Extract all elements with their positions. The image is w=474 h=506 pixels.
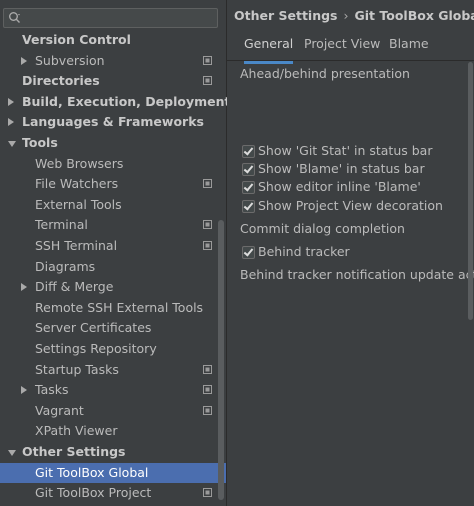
breadcrumb: Other Settings › Git ToolBox Global (234, 8, 474, 23)
tree-item-label: SSH Terminal (35, 238, 118, 253)
tree-item-server-certificates[interactable]: Server Certificates (0, 318, 226, 338)
project-level-icon (203, 76, 212, 86)
tree-item-version-control[interactable]: Version Control (0, 30, 226, 50)
tree-item-label: Diagrams (35, 258, 96, 274)
tab-bar: General Project View Blame (227, 33, 474, 64)
project-level-icon (203, 364, 212, 374)
tree-item-label: Diff & Merge (35, 279, 114, 295)
tree-item-label: Server Certificates (35, 320, 152, 336)
project-level-icon (203, 179, 212, 189)
project-level-icon (203, 220, 212, 230)
tree-item-tasks[interactable]: Tasks (0, 380, 226, 400)
tree-item-label: Tools (22, 135, 58, 150)
settings-panel: Other Settings › Git ToolBox Global Genera… (227, 0, 474, 506)
breadcrumb-separator: › (343, 8, 349, 23)
tree-item-label: Git ToolBox Project (35, 485, 152, 501)
tree-item-git-toolbox-global[interactable]: Git ToolBox Global (0, 462, 226, 483)
tree-item-vagrant[interactable]: Vagrant (0, 401, 226, 421)
project-level-icon (203, 385, 212, 395)
tree-item-tools[interactable]: Tools (0, 133, 226, 153)
tree-item-label: Tasks (35, 382, 69, 398)
search-icon (9, 12, 20, 23)
tree-item-xpath-viewer[interactable]: XPath Viewer (0, 421, 226, 441)
tree-item-label: Terminal (35, 217, 88, 233)
project-level-icon (203, 241, 212, 250)
tree-item-label: Settings Repository (35, 341, 157, 356)
tree-item-diff-merge[interactable]: Diff & Merge (0, 277, 226, 297)
tree-item-languages-frameworks[interactable]: Languages & Frameworks (0, 112, 226, 132)
project-level-icon (203, 55, 212, 65)
tree-item-startup-tasks[interactable]: Startup Tasks (0, 360, 226, 380)
breadcrumb-current: Git ToolBox Global (354, 8, 474, 23)
panel-scrollbar[interactable] (468, 62, 473, 320)
tree-item-label: Languages & Frameworks (22, 114, 204, 130)
general-tab-content: Ahead/behind presentation Show 'Git Stat… (227, 62, 474, 506)
settings-sidebar: Version Control Subversion Directories Buil… (0, 0, 230, 506)
chevron-down-icon[interactable] (8, 141, 16, 147)
tree-item-label: External Tools (35, 196, 122, 212)
tree-item-label: Version Control (22, 32, 131, 47)
project-level-icon (203, 488, 212, 498)
show-project-view-decoration-checkbox[interactable] (242, 200, 255, 213)
show-git-stat-checkbox[interactable] (242, 145, 255, 158)
tree-item-remote-ssh-external-tools[interactable]: Remote SSH External Tools (0, 298, 226, 318)
show-project-view-decoration-label[interactable]: Show Project View decoration (258, 198, 443, 213)
tree-item-label: Web Browsers (35, 155, 124, 171)
tree-item-settings-repository[interactable]: Settings Repository (0, 339, 226, 359)
tree-item-git-toolbox-project[interactable]: Git ToolBox Project (0, 483, 226, 503)
show-inline-blame-checkbox[interactable] (242, 181, 255, 194)
tree-item-diagrams[interactable]: Diagrams (0, 257, 226, 277)
show-blame-status-checkbox[interactable] (242, 163, 255, 176)
tree-item-terminal[interactable]: Terminal (0, 215, 226, 235)
tree-item-directories[interactable]: Directories (0, 71, 226, 91)
sidebar-scrollbar[interactable] (218, 220, 224, 500)
tree-item-label: Git ToolBox Global (35, 464, 149, 480)
show-inline-blame-label[interactable]: Show editor inline 'Blame' (258, 179, 421, 194)
project-level-icon (203, 405, 212, 415)
search-input[interactable] (3, 8, 218, 28)
show-git-stat-label[interactable]: Show 'Git Stat' in status bar (258, 143, 432, 158)
tree-item-label: XPath Viewer (35, 423, 118, 439)
tree-item-web-browsers[interactable]: Web Browsers (0, 154, 226, 174)
commit-dialog-heading: Commit dialog completion (240, 221, 405, 236)
tab-divider (227, 60, 474, 61)
behind-tracker-label[interactable]: Behind tracker (258, 244, 350, 259)
chevron-right-icon[interactable] (8, 118, 14, 127)
ahead-behind-heading: Ahead/behind presentation (240, 66, 410, 81)
tree-item-other-settings[interactable]: Other Settings (0, 442, 226, 462)
tree-item-label: Other Settings (22, 444, 126, 459)
tree-item-external-tools[interactable]: External Tools (0, 195, 226, 215)
tree-item-build-execution-deployment[interactable]: Build, Execution, Deployment (0, 92, 230, 112)
tree-item-label: Directories (22, 73, 100, 89)
tree-item-label: Remote SSH External Tools (35, 299, 204, 315)
chevron-right-icon[interactable] (21, 56, 27, 65)
chevron-right-icon[interactable] (8, 97, 14, 106)
breadcrumb-parent[interactable]: Other Settings (234, 8, 338, 23)
tree-item-label: File Watchers (35, 176, 119, 192)
show-blame-status-label[interactable]: Show 'Blame' in status bar (258, 161, 425, 176)
chevron-down-icon[interactable] (8, 450, 16, 456)
tree-item-subversion[interactable]: Subversion (0, 51, 226, 71)
tab-blame[interactable]: Blame (389, 33, 429, 61)
tree-item-label: Vagrant (35, 402, 84, 418)
tree-item-file-watchers[interactable]: File Watchers (0, 174, 226, 194)
tree-item-label: Startup Tasks (35, 361, 119, 377)
tree-item-label: Subversion (35, 52, 105, 68)
behind-tracker-notification-heading: Behind tracker notification update actio… (240, 267, 474, 282)
chevron-right-icon[interactable] (21, 386, 27, 395)
tab-project-view[interactable]: Project View (304, 33, 380, 61)
chevron-right-icon[interactable] (21, 283, 27, 292)
tree-item-label: Build, Execution, Deployment (22, 93, 231, 109)
tree-item-ssh-terminal[interactable]: SSH Terminal (0, 236, 226, 256)
behind-tracker-checkbox[interactable] (242, 246, 255, 259)
